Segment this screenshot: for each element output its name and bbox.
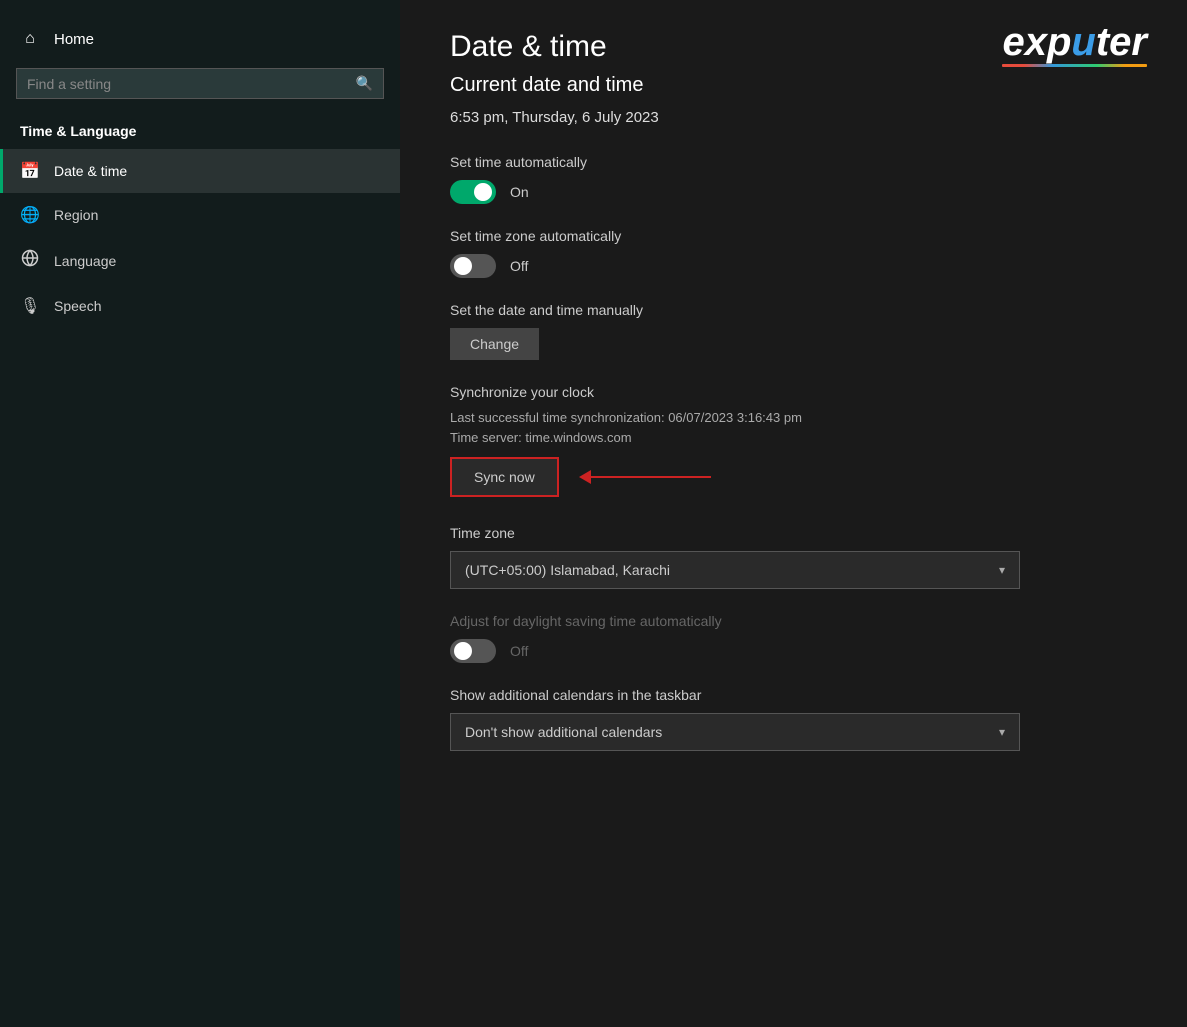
toggle-knob-daylight [454,642,472,660]
speech-icon: 🎙 [20,296,40,316]
globe-icon: 🌐 [20,205,40,225]
set-time-auto-label: Set time automatically [450,154,1137,170]
change-button[interactable]: Change [450,328,539,360]
toggle-knob-on [474,183,492,201]
home-label: Home [54,31,94,48]
sidebar-item-language[interactable]: Language [0,237,400,284]
set-timezone-auto-state: Off [510,258,528,274]
arrow-indicator [579,470,711,484]
sidebar-item-region[interactable]: 🌐 Region [0,193,400,237]
brand-r: r [1131,20,1147,64]
chevron-down-icon: ▾ [999,563,1005,577]
sidebar-label-region: Region [54,207,98,223]
search-input[interactable] [27,76,348,92]
timezone-value: (UTC+05:00) Islamabad, Karachi [465,562,670,578]
search-box: 🔍 [16,68,384,99]
sync-now-button[interactable]: Sync now [450,457,559,497]
additional-cal-value: Don't show additional calendars [465,724,662,740]
set-manual-row: Set the date and time manually Change [450,302,1137,360]
brand-logo: exputer [1002,22,1147,67]
search-icon: 🔍 [356,75,373,92]
set-timezone-auto-toggle-row: Off [450,254,1137,278]
calendar-icon: 📅 [20,161,40,181]
home-icon: ⌂ [20,30,40,48]
brand-u: u [1071,20,1095,64]
arrow-head-icon [579,470,591,484]
daylight-row: Adjust for daylight saving time automati… [450,613,1137,663]
sidebar: ⌂ Home 🔍 Time & Language 📅 Date & time 🌐… [0,0,400,1027]
brand-underline [1002,64,1147,67]
sidebar-label-language: Language [54,253,116,269]
sidebar-item-home[interactable]: ⌂ Home [0,20,400,58]
sync-server: Time server: time.windows.com [450,430,1137,445]
set-time-auto-toggle[interactable] [450,180,496,204]
main-content: exputer Date & time Current date and tim… [400,0,1187,1027]
set-time-auto-state: On [510,184,529,200]
daylight-toggle[interactable] [450,639,496,663]
timezone-row: Time zone (UTC+05:00) Islamabad, Karachi… [450,525,1137,589]
sidebar-label-date-time: Date & time [54,163,127,179]
brand-e2: e [1109,20,1131,64]
sync-section: Synchronize your clock Last successful t… [450,384,1137,497]
current-datetime: 6:53 pm, Thursday, 6 July 2023 [450,109,1137,126]
daylight-label: Adjust for daylight saving time automati… [450,613,1137,629]
brand-p: p [1047,20,1071,64]
brand-e: e [1002,20,1024,64]
set-time-auto-row: Set time automatically On [450,154,1137,204]
timezone-dropdown[interactable]: (UTC+05:00) Islamabad, Karachi ▾ [450,551,1020,589]
toggle-knob-off [454,257,472,275]
set-timezone-auto-row: Set time zone automatically Off [450,228,1137,278]
daylight-state: Off [510,643,528,659]
sync-last: Last successful time synchronization: 06… [450,410,1137,425]
sync-section-label: Synchronize your clock [450,384,1137,400]
sidebar-label-speech: Speech [54,298,101,314]
brand-x: x [1025,20,1047,64]
set-timezone-auto-toggle[interactable] [450,254,496,278]
daylight-toggle-row: Off [450,639,1137,663]
additional-cal-label: Show additional calendars in the taskbar [450,687,1137,703]
set-manual-label: Set the date and time manually [450,302,1137,318]
timezone-label: Time zone [450,525,1137,541]
set-time-auto-toggle-row: On [450,180,1137,204]
brand-t: t [1096,20,1109,64]
additional-cal-dropdown[interactable]: Don't show additional calendars ▾ [450,713,1020,751]
section-title: Time & Language [0,117,400,149]
chevron-down-cal-icon: ▾ [999,725,1005,739]
additional-cal-row: Show additional calendars in the taskbar… [450,687,1137,751]
arrow-line [591,476,711,478]
section-current-header: Current date and time [450,74,1137,97]
set-timezone-auto-label: Set time zone automatically [450,228,1137,244]
sync-row: Sync now [450,457,1137,497]
sidebar-item-date-time[interactable]: 📅 Date & time [0,149,400,193]
sidebar-item-speech[interactable]: 🎙 Speech [0,284,400,328]
language-icon [20,249,40,272]
